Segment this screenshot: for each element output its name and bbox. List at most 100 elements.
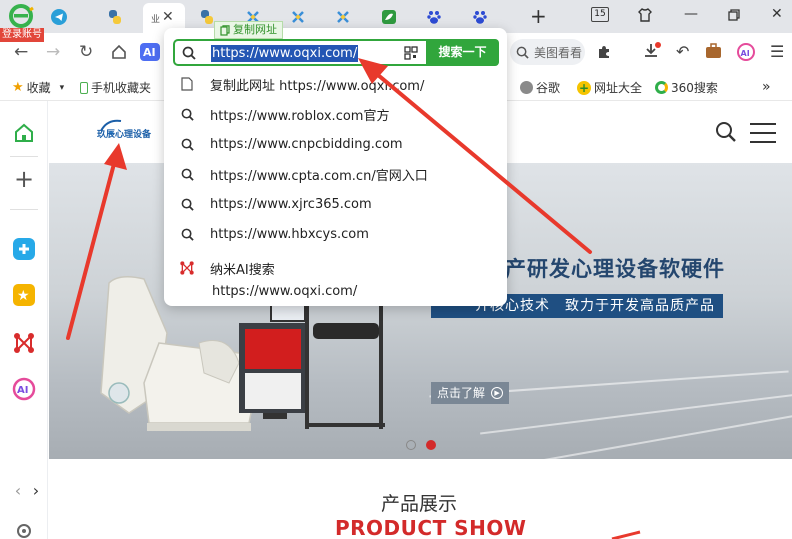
forward-arrow-icon[interactable]: → <box>46 42 60 62</box>
new-tab-plus-icon[interactable]: + <box>530 4 547 28</box>
leaf-icon <box>382 10 396 24</box>
bookmark-label: 网址大全 <box>594 81 643 95</box>
360-search-icon <box>655 81 668 94</box>
reload-icon[interactable]: ↻ <box>79 42 93 62</box>
tab-close-icon[interactable]: ✕ <box>162 9 174 25</box>
suggestion-item[interactable]: https://www.roblox.com官方 <box>164 99 507 129</box>
phone-icon <box>80 81 88 94</box>
copy-url-tooltip[interactable]: 复制网址 <box>214 21 283 39</box>
active-tab-title: 业 <box>151 14 161 25</box>
address-url-text[interactable]: https://www.oqxi.com/ <box>211 45 359 62</box>
carousel-dot-active[interactable] <box>426 440 436 450</box>
search-icon <box>181 198 194 211</box>
briefcase-icon[interactable] <box>705 43 722 59</box>
search-icon <box>181 168 194 181</box>
ai-assistant-icon[interactable]: AI <box>737 43 755 61</box>
back-arrow-icon[interactable]: ← <box>14 42 28 62</box>
nami-ai-icon[interactable] <box>12 331 36 355</box>
add-plus-icon[interactable]: + <box>12 165 36 193</box>
search-go-button[interactable]: 搜索一下 <box>426 39 499 66</box>
ai-assistant-icon[interactable]: AI <box>12 377 36 401</box>
side-search-box[interactable]: 美图看看 <box>510 39 585 65</box>
home-icon[interactable] <box>12 121 36 145</box>
extensions-puzzle-icon[interactable] <box>596 44 612 60</box>
plus-circle-icon: + <box>577 80 591 95</box>
svg-text:AI: AI <box>143 46 156 59</box>
tab-site-b[interactable] <box>283 5 313 29</box>
star-icon: ★ <box>12 80 24 95</box>
site-logo[interactable]: 玖辰心理设备 <box>97 119 151 140</box>
banner-headline: 产研发心理设备软硬件 <box>505 257 725 281</box>
bookmark-directory[interactable]: + 网址大全 <box>577 79 642 96</box>
settings-gear-icon[interactable] <box>16 523 32 539</box>
shirt-skin-icon[interactable] <box>637 7 653 23</box>
telegram-icon <box>51 9 67 25</box>
page-icon <box>181 77 193 91</box>
sidebar: + ★ AI ‹ › <box>0 101 48 539</box>
learn-more-label: 点击了解 <box>437 386 486 400</box>
close-window-icon[interactable]: ✕ <box>771 6 783 22</box>
suggestion-text: https://www.cpta.com.cn/官网入口 <box>210 168 428 184</box>
restore-icon[interactable] <box>728 9 740 21</box>
minimize-icon[interactable]: — <box>684 6 698 22</box>
bookmark-favorites[interactable]: ★ 收藏 ▾ <box>12 79 64 96</box>
suggestion-item[interactable]: https://www.cnpcbidding.com <box>164 129 507 159</box>
site-menu-icon[interactable] <box>750 123 776 143</box>
suggestion-item[interactable]: https://www.xjrc365.com <box>164 189 507 219</box>
site-logo-text: 玖辰心理设备 <box>97 130 152 140</box>
caret-down-icon: ▾ <box>59 82 65 93</box>
banner-decor <box>480 393 792 435</box>
nami-ai-icon <box>180 261 194 275</box>
baidu-paw-icon <box>427 11 441 24</box>
bookmark-label: 谷歌 <box>536 81 561 95</box>
tab-telegram[interactable] <box>44 5 74 29</box>
suggestion-copy-url[interactable]: 复制此网址 https://www.oqxi.com/ <box>164 69 507 99</box>
tab-baidu[interactable] <box>419 5 449 29</box>
search-icon <box>181 138 194 151</box>
tab-count-badge[interactable]: 15 <box>591 7 609 22</box>
browser-logo-icon[interactable] <box>8 4 34 28</box>
side-search-placeholder: 美图看看 <box>534 45 583 60</box>
favorites-star-icon[interactable]: ★ <box>12 283 36 307</box>
search-icon <box>181 108 194 121</box>
site-favicon-icon <box>337 11 349 23</box>
menu-icon[interactable]: ☰ <box>770 42 784 61</box>
tab-leaf[interactable] <box>374 5 404 29</box>
bookmark-360search[interactable]: 360搜索 <box>655 79 718 96</box>
address-dropdown: 复制网址 https://www.oqxi.com/ 搜索一下 复制此网址 ht… <box>164 21 507 306</box>
address-bar[interactable]: https://www.oqxi.com/ 搜索一下 <box>173 39 499 66</box>
ai-badge-icon[interactable]: AI <box>140 43 160 61</box>
sidebar-next-icon[interactable]: › <box>24 478 48 502</box>
suggestion-text: https://www.hbxcys.com <box>210 226 369 242</box>
site-search-icon[interactable] <box>715 121 737 143</box>
suggestion-text: https://www.roblox.com官方 <box>210 108 390 124</box>
suggestion-text: https://www.xjrc365.com <box>210 196 372 212</box>
qr-code-icon[interactable] <box>404 46 418 60</box>
suggestion-item[interactable]: https://www.hbxcys.com <box>164 219 507 249</box>
bookmark-label: 360搜索 <box>671 81 718 95</box>
tab-python[interactable] <box>100 5 130 29</box>
bookmark-label: 收藏 <box>26 81 51 95</box>
carousel-dot[interactable] <box>406 440 416 450</box>
search-icon <box>181 228 194 241</box>
bookmark-label: 手机收藏夹 <box>91 81 152 95</box>
more-bookmarks-icon[interactable]: » <box>762 79 771 95</box>
undo-icon[interactable]: ↶ <box>676 42 689 61</box>
tab-baidu-2[interactable] <box>465 5 495 29</box>
learn-more-button[interactable]: 点击了解 ▶ <box>431 382 510 404</box>
bookmark-mobile[interactable]: 手机收藏夹 <box>80 79 151 96</box>
home-icon[interactable] <box>111 44 127 60</box>
section-title-cn: 产品展示 <box>381 493 458 515</box>
sidebar-divider <box>10 209 38 210</box>
search-icon <box>516 46 529 59</box>
svg-text:AI: AI <box>741 49 750 58</box>
copy-url-label: 复制网址 <box>233 23 277 36</box>
globe-icon <box>520 81 533 94</box>
suggestion-item[interactable]: https://www.cpta.com.cn/官网入口 <box>164 159 507 189</box>
login-account-tag[interactable]: 登录账号 <box>0 28 44 42</box>
download-icon[interactable] <box>643 42 661 60</box>
suggestion-nami-ai[interactable]: 纳米AI搜索 <box>164 253 507 283</box>
translate-app-icon[interactable] <box>12 237 36 261</box>
bookmark-google[interactable]: 谷歌 <box>520 79 560 96</box>
tab-site-c[interactable] <box>328 5 358 29</box>
